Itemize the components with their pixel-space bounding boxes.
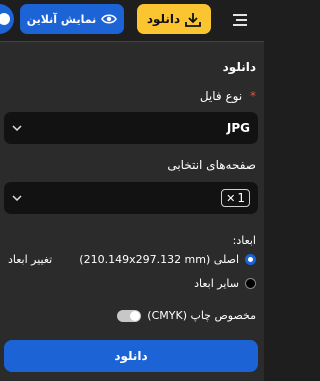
radio-original[interactable] — [245, 253, 256, 265]
file-type-value: JPG — [226, 121, 250, 135]
file-type-label: نوع فایل — [199, 89, 243, 103]
hamburger-icon — [233, 14, 247, 26]
cmyk-label: مخصوص چاپ (CMYK) — [147, 309, 256, 322]
download-button[interactable]: دانلود — [4, 340, 258, 372]
download-top-button[interactable]: دانلود — [137, 4, 211, 34]
dimension-option-original[interactable]: اصلی (210.149x297.132 mm) تغییر ابعاد — [8, 250, 256, 268]
cmyk-toggle[interactable] — [117, 309, 142, 322]
radio-other[interactable] — [245, 277, 256, 289]
side-toggle[interactable] — [0, 4, 14, 34]
required-mark: * — [250, 89, 256, 103]
cmyk-row: مخصوص چاپ (CMYK) — [117, 309, 256, 322]
dimension-original-label: اصلی (210.149x297.132 mm) — [79, 252, 239, 266]
top-toolbar: نمایش آنلاین دانلود — [0, 0, 264, 42]
dimensions-label: ابعاد: — [232, 234, 256, 247]
file-type-label-row: * نوع فایل — [200, 89, 256, 103]
menu-button[interactable] — [226, 8, 254, 32]
selected-page-tag[interactable]: ✕ 1 — [221, 189, 250, 207]
download-panel: دانلود * نوع فایل JPG صفحه‌های انتخابی ✕… — [0, 42, 264, 381]
online-view-button[interactable]: نمایش آنلاین — [20, 4, 124, 34]
eye-icon — [101, 14, 118, 24]
pages-label: صفحه‌های انتخابی — [167, 158, 256, 172]
file-type-select[interactable]: JPG — [4, 112, 258, 144]
panel-title: دانلود — [222, 60, 256, 74]
online-view-label: نمایش آنلاین — [26, 12, 97, 26]
download-top-label: دانلود — [146, 12, 181, 26]
dimension-other-label: سایر ابعاد — [194, 276, 239, 290]
selected-page-value: 1 — [237, 191, 245, 205]
remove-tag-icon[interactable]: ✕ — [226, 192, 235, 205]
dimension-option-other[interactable]: سایر ابعاد — [8, 274, 256, 292]
download-icon — [185, 12, 202, 27]
change-dimensions-link[interactable]: تغییر ابعاد — [8, 253, 52, 266]
chevron-down-icon — [12, 125, 22, 131]
chevron-down-icon — [12, 195, 22, 201]
pages-select[interactable]: ✕ 1 — [4, 182, 258, 214]
